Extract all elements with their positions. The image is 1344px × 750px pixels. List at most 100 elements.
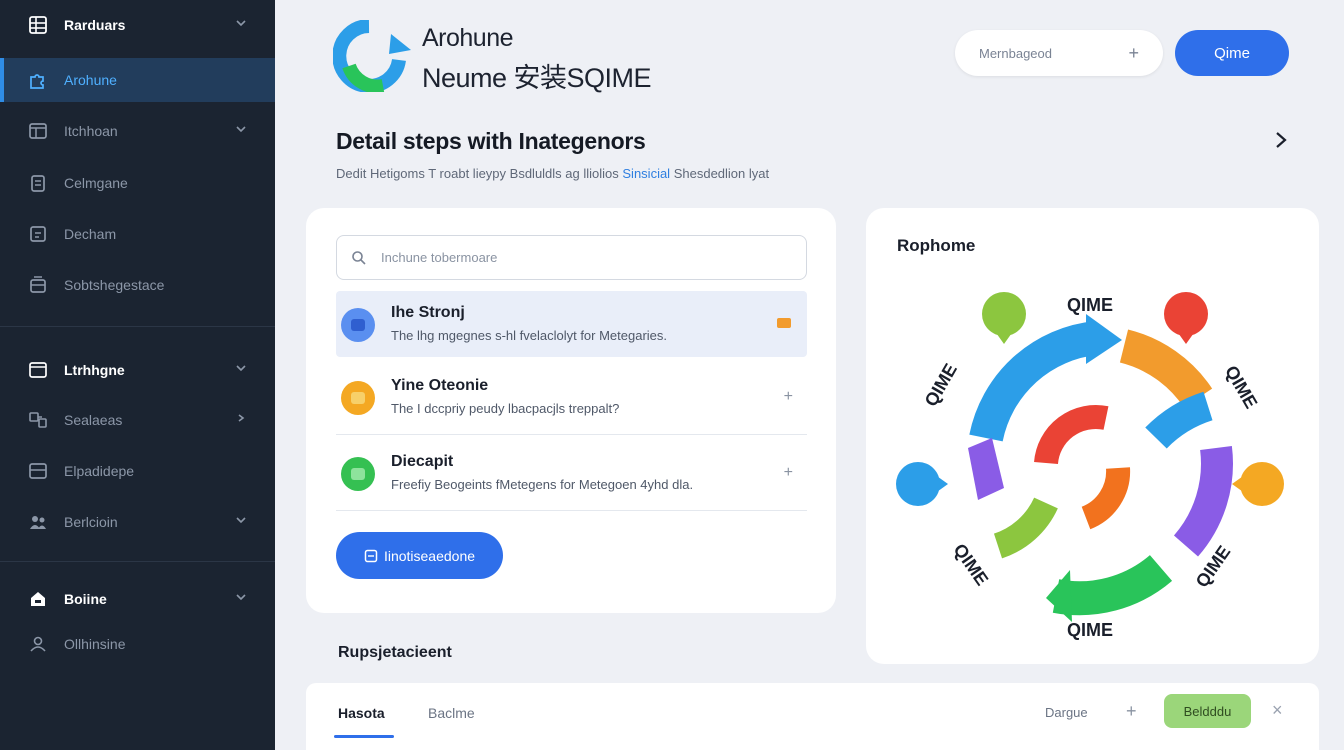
sidebar-item-sobtshegestace[interactable]: Sobtshegestace: [0, 263, 275, 307]
description-text: Dedit Hetigoms T roabt lieypy Bsdluldls …: [336, 166, 619, 181]
plus-icon[interactable]: +: [1128, 43, 1139, 64]
steps-card: Inchune tobermoare Ihe Stronj The lhg mg…: [306, 208, 836, 613]
toolbar-text[interactable]: Dargue: [1045, 705, 1088, 720]
sidebar-item-celmgane[interactable]: Celmgane: [0, 161, 275, 205]
chevron-down-icon: [236, 126, 246, 133]
avatar: [341, 381, 375, 415]
avatar: [341, 457, 375, 491]
pin-tail: [934, 474, 948, 494]
pin-tail: [1232, 474, 1246, 494]
pin-green: [982, 292, 1026, 336]
pin-tail: [994, 330, 1014, 344]
add-icon[interactable]: +: [784, 388, 793, 406]
flag-icon: [777, 318, 791, 328]
sidebar-item-label: Sobtshegestace: [64, 277, 165, 293]
bottom-toolbar: Hasota Baclme Dargue + Beldddu ×: [306, 683, 1319, 750]
add-icon[interactable]: +: [784, 464, 793, 482]
sidebar-section-boiine[interactable]: Boiine: [0, 577, 275, 621]
top-search-placeholder: Mernbageod: [979, 45, 1052, 61]
sidebar: Rarduars Arohune Itchhoan Celmgane Decha…: [0, 0, 275, 750]
users-icon: [28, 512, 48, 532]
arc-lime: [993, 497, 1058, 559]
sidebar-item-elpadidepe[interactable]: Elpadidepe: [0, 449, 275, 493]
primary-action-button[interactable]: Iinotiseaedone: [336, 532, 503, 579]
search-placeholder: Inchune tobermoare: [381, 250, 498, 265]
brand-logo: [333, 20, 411, 92]
document-icon: [28, 224, 48, 244]
sidebar-item-label: Ollhinsine: [64, 636, 126, 652]
chevron-right-icon: [238, 414, 245, 422]
sidebar-item-berlcioin[interactable]: Berlcioin: [0, 500, 275, 544]
home-icon: [28, 589, 48, 609]
square-icon: [364, 549, 378, 562]
nodes-icon: [28, 410, 48, 430]
active-tab-indicator: [334, 735, 394, 738]
diagram-card: Rophome QIME QIME QIME QIME QIME QIME: [866, 208, 1319, 664]
sidebar-divider: [0, 561, 275, 562]
panel-icon: [28, 461, 48, 481]
green-action-button[interactable]: Beldddu: [1164, 694, 1251, 728]
list-item-title: Ihe Stronj: [391, 304, 465, 321]
tab-hasota[interactable]: Hasota: [338, 705, 385, 721]
chevron-right-icon[interactable]: [1272, 128, 1290, 152]
arrowhead: [1086, 314, 1122, 364]
sidebar-item-label: Celmgane: [64, 175, 128, 191]
window-icon: [28, 360, 48, 380]
diagram-label: QIME: [921, 360, 961, 410]
sidebar-item-arohune[interactable]: Arohune: [0, 58, 275, 102]
chevron-down-icon: [236, 517, 246, 524]
brand-subtitle: Neume 安装SQIME: [422, 63, 652, 93]
divider: [336, 510, 807, 511]
sidebar-item-ollhinsine[interactable]: Ollhinsine: [0, 622, 275, 666]
arc-blue-small: [1145, 391, 1213, 449]
arc-red: [1034, 404, 1109, 465]
sidebar-divider: [0, 326, 275, 327]
diagram-label: QIME: [1221, 362, 1261, 412]
top-search-field[interactable]: Mernbageod +: [955, 30, 1163, 76]
sidebar-item-label: Arohune: [64, 72, 117, 88]
description-link[interactable]: Sinsicial: [622, 166, 670, 181]
diagram-label: QIME: [950, 540, 993, 589]
arc-orange: [1119, 329, 1213, 408]
search-icon: [352, 250, 366, 265]
search-input[interactable]: Inchune tobermoare: [336, 235, 807, 280]
chevron-down-icon: [236, 365, 246, 372]
list-item[interactable]: Yine Oteonie The I dccpriy peudy lbacpac…: [336, 364, 807, 430]
grid-icon: [28, 15, 48, 35]
sidebar-section-ltrhhgne[interactable]: Ltrhhgne: [0, 348, 275, 392]
plus-icon[interactable]: +: [1126, 701, 1137, 722]
close-icon[interactable]: ×: [1272, 700, 1283, 721]
qime-button[interactable]: Qime: [1175, 30, 1289, 76]
list-item-subtitle: Freefiy Beogeints fMetegens for Metegoen…: [391, 477, 694, 492]
chevron-down-icon: [236, 594, 246, 601]
sidebar-item-label: Berlcioin: [64, 514, 118, 530]
pin-tail: [1176, 330, 1196, 344]
diagram-label: QIME: [1067, 295, 1113, 315]
window-icon: [28, 121, 48, 141]
tab-baclme[interactable]: Baclme: [428, 705, 475, 721]
arc-purple: [1173, 446, 1233, 557]
sidebar-section-label: Boiine: [64, 591, 107, 607]
stack-icon: [28, 275, 48, 295]
sidebar-item-decham[interactable]: Decham: [0, 212, 275, 256]
list-item-title: Diecapit: [391, 453, 454, 470]
sidebar-item-label: Itchhoan: [64, 123, 118, 139]
arc-orange-inner: [1081, 467, 1131, 530]
sidebar-item-itchhoan[interactable]: Itchhoan: [0, 109, 275, 153]
divider: [336, 434, 807, 435]
person-icon: [28, 634, 48, 654]
diagram-title: Rophome: [897, 236, 976, 255]
avatar: [341, 308, 375, 342]
chevron-down-icon: [236, 20, 246, 27]
list-item[interactable]: Ihe Stronj The lhg mgegnes s-hl fvelaclo…: [336, 291, 807, 357]
list-item-subtitle: The lhg mgegnes s-hl fvelaclolyt for Met…: [391, 328, 668, 343]
pin-blue: [896, 462, 940, 506]
brand-name: Arohune: [422, 24, 514, 52]
sidebar-header[interactable]: Rarduars: [0, 3, 275, 47]
list-item-title: Yine Oteonie: [391, 377, 489, 394]
sidebar-item-sealaeas[interactable]: Sealaeas: [0, 398, 275, 442]
list-item-subtitle: The I dccpriy peudy lbacpacjls treppalt?: [391, 401, 620, 416]
diagram-label: QIME: [1067, 620, 1113, 640]
arc-green: [1052, 554, 1173, 616]
list-item[interactable]: Diecapit Freefiy Beogeints fMetegens for…: [336, 440, 807, 506]
